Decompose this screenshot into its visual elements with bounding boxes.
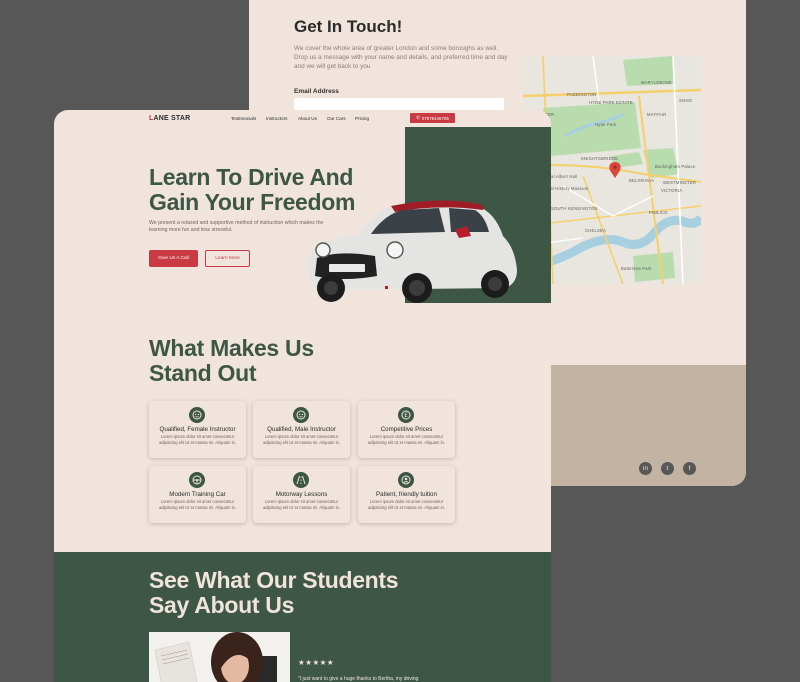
feature-card: Qualified, Female Instructor Lorem ipsum… xyxy=(149,401,246,458)
car-image xyxy=(308,200,517,303)
map-label: PADDINGTON xyxy=(567,92,597,97)
svg-text:£: £ xyxy=(404,412,408,419)
facebook-icon[interactable]: f xyxy=(683,462,696,475)
map-label: MARYLEBONE xyxy=(641,80,673,85)
contact-title: Get In Touch! xyxy=(294,17,403,36)
feature-card: Motorway Lessons Lorem ipsum dolor sit a… xyxy=(253,466,350,523)
feature-card: £ Competitive Prices Lorem ipsum dolor s… xyxy=(358,401,455,458)
feature-text: Lorem ipsum dolor sit amet consectetur a… xyxy=(262,434,341,445)
feature-text: Lorem ipsum dolor sit amet consectetur a… xyxy=(367,434,446,445)
phone-button[interactable]: ✆ 07575446705 xyxy=(410,113,455,123)
map-label: MAYFAIR xyxy=(647,112,667,117)
call-button[interactable]: Give Us A Call xyxy=(149,250,198,267)
feature-card: Modern Training Car Lorem ipsum dolor si… xyxy=(149,466,246,523)
map-label: HYDE PARK ESTATE xyxy=(589,100,633,105)
nav-link-cars[interactable]: Our Cars xyxy=(327,116,346,121)
feature-title: Patient, friendly tuition xyxy=(376,491,437,498)
map-label: Hyde Park xyxy=(595,122,617,127)
landing-page-preview: LANE STAR Testimonials Instructors About… xyxy=(54,110,551,682)
map-label: VICTORIA xyxy=(661,188,683,193)
road-icon xyxy=(293,472,309,488)
feature-title: Modern Training Car xyxy=(169,491,226,498)
student-photo xyxy=(149,632,290,682)
female-instructor-icon xyxy=(189,407,205,423)
top-navigation: LANE STAR Testimonials Instructors About… xyxy=(54,110,551,127)
map-label: SOHO xyxy=(679,98,693,103)
logo[interactable]: LANE STAR xyxy=(149,115,190,122)
map-label: CHELSEA xyxy=(585,228,606,233)
phone-icon: ✆ xyxy=(416,115,420,120)
feature-text: Lorem ipsum dolor sit amet consectetur a… xyxy=(158,499,237,510)
testimonial-quote: "I just want to give a huge thanks to Be… xyxy=(298,676,419,682)
feature-title: Competitive Prices xyxy=(380,426,433,433)
nav-link-instructors[interactable]: Instructors xyxy=(266,116,287,121)
feature-text: Lorem ipsum dolor sit amet consectetur a… xyxy=(158,434,237,445)
nav-link-about[interactable]: About Us xyxy=(298,116,317,121)
feature-title: Motorway Lessons xyxy=(275,491,328,498)
map-label: PIMLICO xyxy=(649,210,668,215)
hero-title-line: Learn To Drive And xyxy=(149,164,354,190)
map-label: Battersea Park xyxy=(621,266,652,271)
smile-icon xyxy=(398,472,414,488)
standout-title-line: Stand Out xyxy=(149,360,257,386)
steering-wheel-icon xyxy=(189,472,205,488)
map-label: WESTMINSTER xyxy=(663,180,697,185)
map-label: BELGRAVIA xyxy=(629,178,655,183)
testimonials-title: See What Our Students Say About Us xyxy=(149,567,399,618)
feature-text: Lorem ipsum dolor sit amet consectetur a… xyxy=(262,499,341,510)
linkedin-icon[interactable]: in xyxy=(639,462,652,475)
male-instructor-icon xyxy=(293,407,309,423)
contact-description: We cover the whole area of greater Londo… xyxy=(294,45,508,70)
standout-title-line: What Makes Us xyxy=(149,335,314,361)
map-label: KNIGHTSBRIDGE xyxy=(581,156,619,161)
pound-icon: £ xyxy=(398,407,414,423)
nav-link-pricing[interactable]: Pricing xyxy=(355,116,369,121)
testimonials-title-line: See What Our Students xyxy=(149,567,399,593)
standout-title: What Makes Us Stand Out xyxy=(149,336,314,386)
feature-title: Qualified, Male Instructor xyxy=(267,426,336,433)
map-label: SOUTH KENSINGTON xyxy=(551,206,598,211)
feature-card: Qualified, Male Instructor Lorem ipsum d… xyxy=(253,401,350,458)
testimonials-title-line: Say About Us xyxy=(149,592,295,618)
phone-number: 07575446705 xyxy=(421,115,449,121)
twitter-icon[interactable]: t xyxy=(661,462,674,475)
nav-link-testimonials[interactable]: Testimonials xyxy=(231,116,256,121)
feature-card: Patient, friendly tuition Lorem ipsum do… xyxy=(358,466,455,523)
feature-text: Lorem ipsum dolor sit amet consectetur a… xyxy=(367,499,446,510)
email-label: Email Address xyxy=(294,88,339,95)
logo-text: ANE STAR xyxy=(153,115,191,122)
testimonials-section: See What Our Students Say About Us ★★★★★… xyxy=(54,552,551,682)
rating-stars: ★★★★★ xyxy=(298,658,335,667)
feature-title: Qualified, Female Instructor xyxy=(159,426,236,433)
map-label: Buckingham Palace xyxy=(655,164,696,169)
learn-more-button[interactable]: Learn More xyxy=(205,250,250,267)
